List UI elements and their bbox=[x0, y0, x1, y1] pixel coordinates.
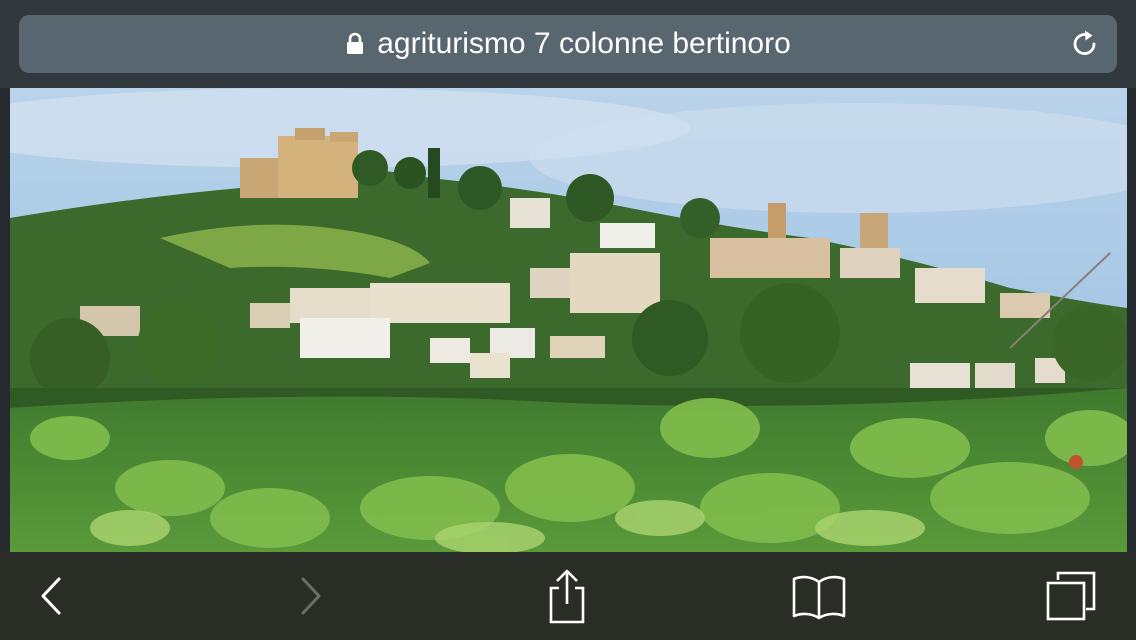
bottom-toolbar bbox=[0, 552, 1136, 640]
share-icon bbox=[549, 569, 585, 624]
url-text: agriturismo 7 colonne bertinoro bbox=[377, 27, 791, 60]
village-photo bbox=[10, 88, 1127, 552]
tabs-button[interactable] bbox=[1040, 552, 1102, 640]
lock-icon bbox=[347, 32, 364, 54]
back-button[interactable] bbox=[28, 552, 74, 640]
bookmarks-button[interactable] bbox=[788, 552, 850, 640]
url-field[interactable]: agriturismo 7 colonne bertinoro bbox=[19, 15, 1117, 73]
book-icon bbox=[792, 575, 846, 620]
chevron-right-icon bbox=[301, 577, 321, 615]
page-photo bbox=[10, 88, 1127, 552]
url-display[interactable]: agriturismo 7 colonne bertinoro bbox=[19, 15, 1117, 73]
reload-icon[interactable] bbox=[1069, 28, 1101, 60]
address-bar: agriturismo 7 colonne bertinoro bbox=[0, 0, 1136, 88]
chevron-left-icon bbox=[41, 577, 61, 615]
share-button[interactable] bbox=[540, 552, 594, 640]
tabs-icon bbox=[1046, 571, 1096, 621]
forward-button[interactable] bbox=[288, 552, 334, 640]
